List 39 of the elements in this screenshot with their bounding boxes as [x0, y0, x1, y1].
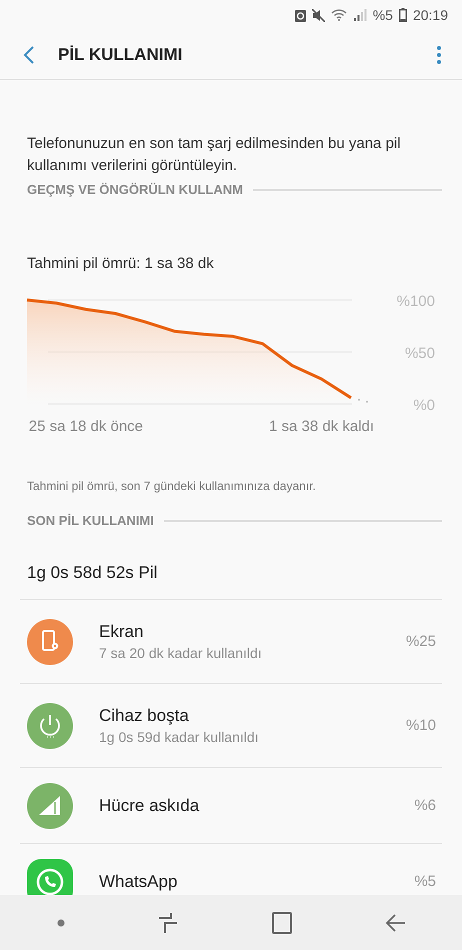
total-usage: 1g 0s 58d 52s Pil: [27, 562, 158, 584]
usage-percent: %5: [414, 873, 436, 890]
dot-icon[interactable]: [56, 918, 65, 926]
section-header: GEÇMŞ VE ÖNGÖRÜLN KULLANM: [27, 182, 243, 197]
axis-label: %100: [396, 293, 435, 310]
wifi-icon: [330, 9, 347, 21]
axis-label: 25 sa 18 dk önce: [28, 418, 144, 435]
usage-percent: %10: [406, 717, 436, 734]
item-name: WhatsApp: [99, 872, 178, 892]
home-button[interactable]: [272, 912, 292, 934]
axis-label: %0: [413, 397, 435, 414]
whatsapp-icon: [27, 858, 73, 895]
usage-detail: 1g 0s 59d kadar kullanıldı: [99, 729, 260, 745]
screen-icon: [27, 618, 73, 664]
idle-icon: [27, 702, 73, 748]
cell-icon: [27, 782, 73, 828]
item-name: Hücre askıda: [99, 796, 200, 816]
usage-percent: %25: [406, 633, 436, 650]
forecast-dots: [358, 398, 368, 403]
battery-saver-icon: [294, 8, 306, 22]
battery-percent: %5: [372, 7, 393, 23]
recent-apps-button[interactable]: [158, 912, 178, 934]
item-name: Ekran: [99, 622, 144, 642]
battery-estimate: Tahmini pil ömrü: 1 sa 38 dk: [27, 255, 215, 272]
footnote-text: Tahmini pil ömrü, son 7 gündeki kullanımınıza dayanır.: [27, 479, 317, 493]
more-options-button[interactable]: [436, 44, 442, 64]
signal-icon: [352, 9, 367, 21]
battery-icon: [398, 8, 407, 22]
item-name: Cihaz boşta: [99, 706, 190, 726]
axis-label: 1 sa 38 dk kaldı: [269, 418, 374, 435]
mute-icon: [312, 8, 325, 22]
usage-percent: %6: [414, 797, 436, 814]
axis-label: %50: [404, 345, 435, 362]
description-text: Telefonunuzun en son tam şarj edilmesinden bu yana pil kullanımı verilerini görüntüleyin.: [27, 134, 402, 176]
clock-time: 20:19: [412, 7, 448, 23]
section-header: SON PİL KULLANIMI: [27, 513, 154, 528]
back-nav-button[interactable]: [385, 912, 406, 932]
page-title: PİL KULLANIMI: [58, 44, 184, 64]
usage-detail: 7 sa 20 dk kadar kullanıldı: [99, 645, 263, 661]
